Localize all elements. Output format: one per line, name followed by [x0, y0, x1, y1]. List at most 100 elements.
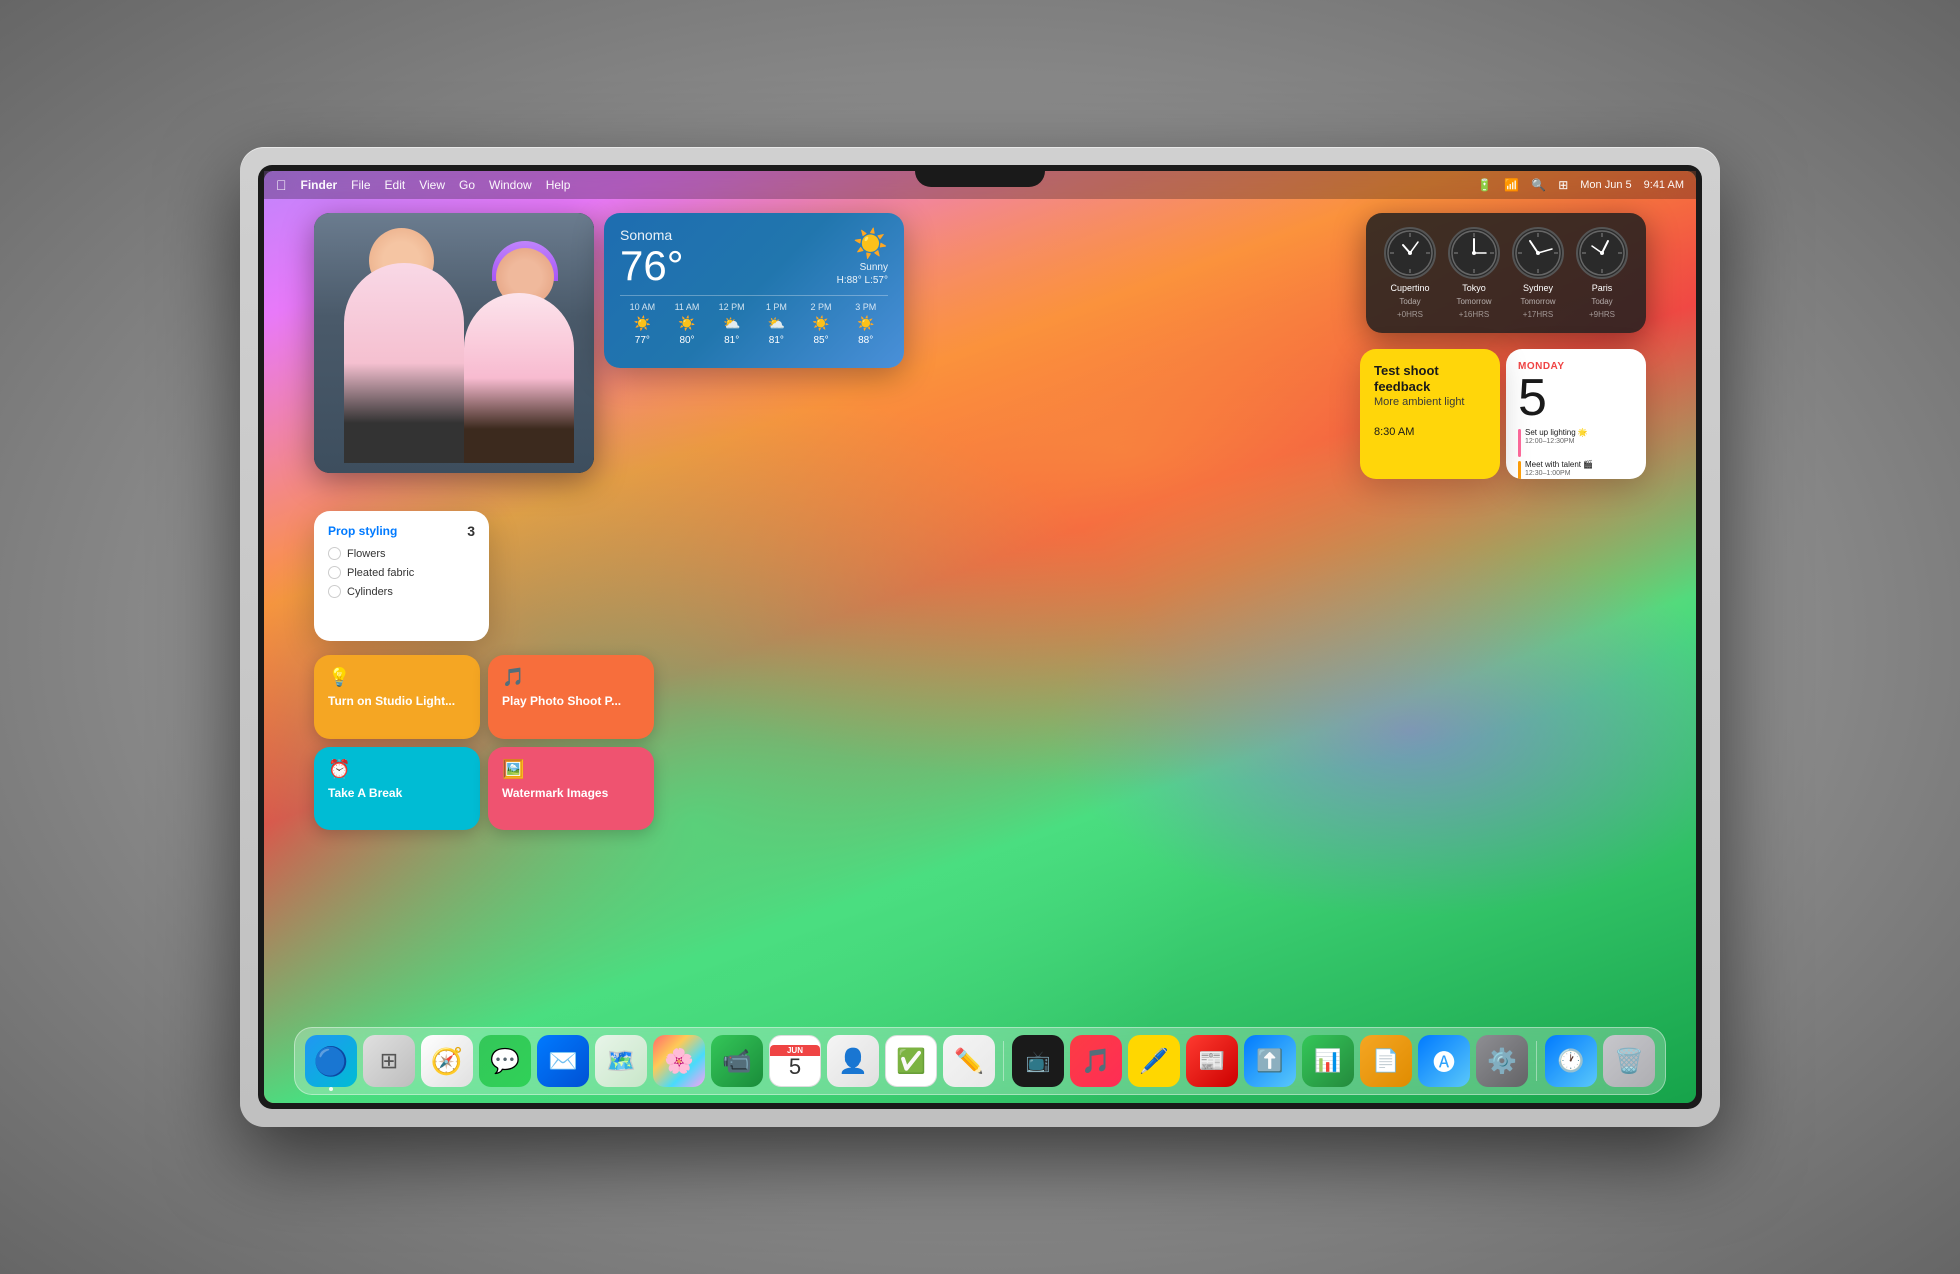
dock-icon-contacts[interactable]: 👤 — [827, 1035, 879, 1087]
clock-face-paris — [1576, 227, 1628, 279]
weather-hl: H:88° L:57° — [837, 275, 888, 286]
miro-icon: 🖊️ — [1139, 1047, 1169, 1076]
reminder-circle-2[interactable] — [328, 566, 341, 579]
reminder-circle-3[interactable] — [328, 585, 341, 598]
dock-icon-transporter[interactable]: ⬆️ — [1244, 1035, 1296, 1087]
shortcut-icon-break: ⏰ — [328, 759, 466, 780]
pages-icon: 📄 — [1372, 1048, 1399, 1074]
launchpad-icon: ⊞ — [380, 1048, 398, 1074]
menu-go[interactable]: Go — [459, 178, 475, 192]
shortcut-studio-light[interactable]: 💡 Turn on Studio Light... — [314, 655, 480, 739]
shortcut-take-break[interactable]: ⏰ Take A Break — [314, 747, 480, 831]
music-icon: 🎵 — [1081, 1047, 1111, 1076]
shortcut-label-music: Play Photo Shoot P... — [502, 694, 640, 708]
clock-offset-tokyo: +16HRS — [1459, 310, 1489, 319]
menu-view[interactable]: View — [419, 178, 445, 192]
reminders-title: Prop styling — [328, 524, 397, 538]
clock-face-sydney — [1512, 227, 1564, 279]
shortcut-label-watermark: Watermark Images — [502, 786, 640, 800]
dock-icon-trash[interactable]: 🗑️ — [1603, 1035, 1655, 1087]
dock-divider-2 — [1536, 1041, 1537, 1081]
forecast-3pm: 3 PM ☀️ 88° — [843, 302, 888, 346]
wifi-icon: 📶 — [1504, 178, 1519, 192]
dock-icon-maps[interactable]: 🗺️ — [595, 1035, 647, 1087]
menubar-left:  Finder File Edit View Go Window Help — [276, 177, 570, 193]
dock-icon-launchpad[interactable]: ⊞ — [363, 1035, 415, 1087]
widget-reminders: Prop styling 3 Flowers Pleated fabric Cy… — [314, 511, 489, 641]
dock-icon-photos[interactable]: 🌸 — [653, 1035, 705, 1087]
dock-icon-settings[interactable]: ⚙️ — [1476, 1035, 1528, 1087]
dock-icon-screentime[interactable]: 🕐 — [1545, 1035, 1597, 1087]
photo-image — [314, 213, 594, 473]
search-icon[interactable]: 🔍 — [1531, 178, 1546, 192]
widget-weather: Sonoma 76° ☀️ Sunny H:88° L:57° 10 AM ☀️… — [604, 213, 904, 368]
trash-icon: 🗑️ — [1614, 1047, 1644, 1076]
freeform-icon: ✏️ — [954, 1047, 984, 1076]
reminders-dock-icon: ✅ — [896, 1047, 926, 1076]
calendar-date-icon: 5 — [789, 1056, 801, 1078]
shortcut-play-music[interactable]: 🎵 Play Photo Shoot P... — [488, 655, 654, 739]
dock-icon-messages[interactable]: 💬 — [479, 1035, 531, 1087]
menubar-date: Mon Jun 5 — [1580, 179, 1631, 191]
macbook-body:  Finder File Edit View Go Window Help 🔋… — [240, 147, 1720, 1127]
widget-clocks: Cupertino Today +0HRS — [1366, 213, 1646, 333]
calendar-event-time-2: 12:30–1:00PM — [1525, 470, 1593, 477]
calendar-event-1: Set up lighting 🌟 12:00–12:30PM — [1518, 428, 1634, 457]
dock-icon-appletv[interactable]: 📺 — [1012, 1035, 1064, 1087]
dock-icon-safari[interactable]: 🧭 — [421, 1035, 473, 1087]
mail-icon: ✉️ — [548, 1047, 578, 1076]
weather-forecast: 10 AM ☀️ 77° 11 AM ☀️ 80° 12 PM ⛅ 81 — [620, 295, 888, 346]
appstore-icon: 🅐 — [1433, 1045, 1455, 1077]
reminder-circle-1[interactable] — [328, 547, 341, 560]
menubar-right: 🔋 📶 🔍 ⊞ Mon Jun 5 9:41 AM — [1477, 178, 1684, 192]
dock-icon-finder[interactable]: 🔵 — [305, 1035, 357, 1087]
desktop-screen[interactable]:  Finder File Edit View Go Window Help 🔋… — [264, 171, 1696, 1103]
menu-finder[interactable]: Finder — [301, 178, 338, 192]
safari-icon: 🧭 — [431, 1046, 463, 1077]
shortcut-icon-light: 💡 — [328, 667, 466, 688]
dock-divider — [1003, 1041, 1004, 1081]
dock-icon-appstore[interactable]: 🅐 — [1418, 1035, 1470, 1087]
apple-menu[interactable]:  — [276, 177, 287, 193]
control-center-icon[interactable]: ⊞ — [1558, 178, 1568, 192]
dock-icon-reminders[interactable]: ✅ — [885, 1035, 937, 1087]
maps-icon: 🗺️ — [606, 1047, 636, 1076]
dock-icon-calendar[interactable]: JUN 5 — [769, 1035, 821, 1087]
calendar-event-title-2: Meet with talent 🎬 — [1525, 460, 1593, 470]
notch — [915, 165, 1045, 187]
clock-day-tokyo: Tomorrow — [1456, 297, 1491, 306]
reminder-text-3: Cylinders — [347, 586, 393, 598]
notes-subtitle: More ambient light — [1374, 396, 1486, 408]
dock-icon-news[interactable]: 📰 — [1186, 1035, 1238, 1087]
forecast-1pm: 1 PM ⛅ 81° — [754, 302, 799, 346]
dock-icon-miro[interactable]: 🖊️ — [1128, 1035, 1180, 1087]
dock-icon-music[interactable]: 🎵 — [1070, 1035, 1122, 1087]
clock-cupertino: Cupertino Today +0HRS — [1384, 227, 1436, 319]
finder-icon: 🔵 — [314, 1045, 349, 1078]
shortcut-watermark[interactable]: 🖼️ Watermark Images — [488, 747, 654, 831]
clock-city-tokyo: Tokyo — [1462, 283, 1486, 293]
numbers-icon: 📊 — [1314, 1048, 1341, 1074]
menubar-time: 9:41 AM — [1644, 179, 1684, 191]
menu-help[interactable]: Help — [546, 178, 571, 192]
clock-day-sydney: Tomorrow — [1520, 297, 1555, 306]
menu-edit[interactable]: Edit — [385, 178, 406, 192]
dock-icon-pages[interactable]: 📄 — [1360, 1035, 1412, 1087]
dock-icon-freeform[interactable]: ✏️ — [943, 1035, 995, 1087]
clock-tokyo: Tokyo Tomorrow +16HRS — [1448, 227, 1500, 319]
clock-face-cupertino — [1384, 227, 1436, 279]
dock-icon-numbers[interactable]: 📊 — [1302, 1035, 1354, 1087]
reminders-count: 3 — [467, 523, 475, 539]
notes-title: Test shoot feedback — [1374, 363, 1486, 394]
clock-city-paris: Paris — [1592, 283, 1613, 293]
clock-sydney: Sydney Tomorrow +17HRS — [1512, 227, 1564, 319]
weather-desc: Sunny — [860, 262, 888, 273]
widget-notes: Test shoot feedback More ambient light 8… — [1360, 349, 1500, 479]
calendar-event-bar-1 — [1518, 429, 1521, 457]
dock-icon-facetime[interactable]: 📹 — [711, 1035, 763, 1087]
menu-window[interactable]: Window — [489, 178, 532, 192]
dock-icon-mail[interactable]: ✉️ — [537, 1035, 589, 1087]
reminders-header: Prop styling 3 — [328, 523, 475, 539]
notes-time: 8:30 AM — [1374, 426, 1486, 438]
menu-file[interactable]: File — [351, 178, 370, 192]
